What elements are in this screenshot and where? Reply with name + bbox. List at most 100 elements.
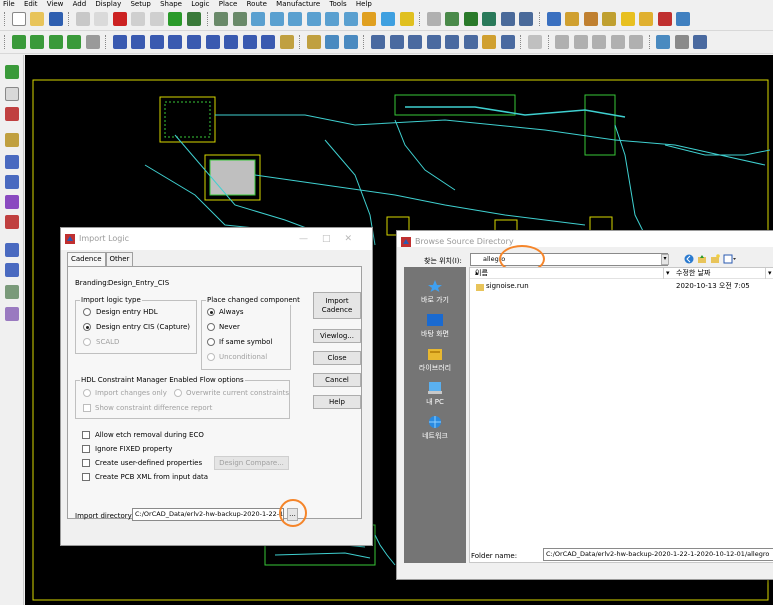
look-in-dropdown-icon[interactable]: ▾: [661, 254, 669, 265]
logic-type-hdl-radio[interactable]: [83, 308, 91, 316]
menu-shape[interactable]: Shape: [160, 0, 182, 8]
vertex-icon[interactable]: [445, 35, 460, 49]
save-icon[interactable]: [48, 12, 63, 26]
text-tool-icon[interactable]: [5, 285, 19, 299]
maximize-icon[interactable]: □: [322, 234, 345, 244]
spread-icon[interactable]: [463, 35, 478, 49]
autoroute-icon[interactable]: [500, 35, 515, 49]
menu-view[interactable]: View: [47, 0, 64, 8]
place-network[interactable]: 네트워크: [404, 415, 466, 441]
drc-icon[interactable]: [426, 12, 441, 26]
hdl-overwrite-radio[interactable]: [174, 389, 182, 397]
menu-display[interactable]: Display: [95, 0, 121, 8]
place-never-radio[interactable]: [207, 323, 215, 331]
shape-rectangle-icon[interactable]: [112, 35, 127, 49]
new-file-icon[interactable]: [11, 12, 26, 26]
toolbar-grip[interactable]: [4, 12, 6, 26]
menu-help[interactable]: Help: [356, 0, 372, 8]
text-change-icon[interactable]: [592, 35, 607, 49]
file-row[interactable]: signoise.run 2020-10-13 오전 7:05: [470, 281, 773, 292]
place-always-radio[interactable]: [207, 308, 215, 316]
import-logic-titlebar[interactable]: Import Logic —□✕: [61, 228, 372, 250]
reports-icon[interactable]: [500, 12, 515, 26]
tab-cadence[interactable]: Cadence: [67, 252, 106, 266]
grid-icon[interactable]: [214, 12, 229, 26]
fix-icon[interactable]: [168, 12, 183, 26]
help-icon[interactable]: [693, 35, 708, 49]
browse-directory-button[interactable]: ...: [287, 508, 298, 521]
text-edit-icon[interactable]: [555, 35, 570, 49]
close-icon[interactable]: ✕: [344, 234, 366, 244]
layer-none-icon[interactable]: [85, 35, 100, 49]
show-diff-checkbox[interactable]: [83, 404, 91, 412]
minimize-icon[interactable]: —: [299, 234, 322, 244]
stretch-icon[interactable]: [5, 175, 19, 189]
zoom-world-icon[interactable]: [306, 12, 321, 26]
menu-add[interactable]: Add: [73, 0, 87, 8]
viewlog-button[interactable]: Viewlog...: [313, 329, 361, 343]
delay-tune-icon[interactable]: [408, 35, 423, 49]
back-icon[interactable]: [684, 254, 694, 264]
rectangle-draw-icon[interactable]: [5, 263, 19, 277]
logic-type-cis-radio[interactable]: [83, 323, 91, 331]
shape-circle-icon[interactable]: [149, 35, 164, 49]
place-desktop[interactable]: 바탕 화면: [404, 313, 466, 339]
constraint-icon[interactable]: [445, 12, 460, 26]
zoom-previous-icon[interactable]: [325, 12, 340, 26]
help-button[interactable]: Help: [313, 395, 361, 409]
folder-name-field[interactable]: C:/OrCAD_Data/erlv2-hw-backup-2020-1-22-…: [543, 548, 773, 561]
column-name[interactable]: 이름 ▴: [475, 268, 488, 278]
shapes-icon[interactable]: [676, 12, 691, 26]
undo-icon[interactable]: [131, 12, 146, 26]
create-user-properties-checkbox[interactable]: [82, 459, 90, 467]
menu-manufacture[interactable]: Manufacture: [276, 0, 320, 8]
column-date[interactable]: 수정한 날짜: [676, 268, 710, 278]
create-pcb-xml-checkbox[interactable]: [82, 473, 90, 481]
logic-type-scald-radio[interactable]: [83, 338, 91, 346]
measure-distance-icon[interactable]: [343, 35, 358, 49]
properties-icon[interactable]: [602, 12, 617, 26]
hdl-import-changes-radio[interactable]: [83, 389, 91, 397]
import-directory-field[interactable]: C:/OrCAD_Data/erlv2-hw-backup-2020-1-22-…: [132, 508, 284, 521]
menu-route[interactable]: Route: [247, 0, 267, 8]
menu-tools[interactable]: Tools: [329, 0, 346, 8]
info-icon[interactable]: [546, 12, 561, 26]
padstack-icon[interactable]: [583, 12, 598, 26]
custom-smooth-icon[interactable]: [426, 35, 441, 49]
measure-icon[interactable]: [565, 12, 580, 26]
shape-edit-icon[interactable]: [242, 35, 257, 49]
redraw-icon[interactable]: [343, 12, 358, 26]
new-folder-icon[interactable]: [710, 254, 720, 264]
waveform-icon[interactable]: [527, 35, 542, 49]
menu-edit[interactable]: Edit: [24, 0, 38, 8]
menu-place[interactable]: Place: [219, 0, 238, 8]
layer-visibility-icon[interactable]: [11, 35, 26, 49]
text-percent-icon[interactable]: [629, 35, 644, 49]
text-size-icon[interactable]: [610, 35, 625, 49]
menu-file[interactable]: File: [3, 0, 15, 8]
shape-void-icon[interactable]: [187, 35, 202, 49]
add-pin-icon[interactable]: [5, 65, 19, 79]
fanout-icon[interactable]: [482, 35, 497, 49]
place-quick-access[interactable]: 바로 가기: [404, 279, 466, 305]
unfix-icon[interactable]: [187, 12, 202, 26]
design-compare-button[interactable]: Design Compare...: [214, 456, 289, 470]
shadow-icon[interactable]: [399, 12, 414, 26]
file-list[interactable]: 이름 ▴ ▾ 수정한 날짜 ▾ signoise.run 2020-10-13 …: [469, 267, 773, 563]
open-folder-icon[interactable]: [30, 12, 45, 26]
line-draw-icon[interactable]: [5, 243, 19, 257]
cancel-button[interactable]: Cancel: [313, 373, 361, 387]
window-icon[interactable]: [656, 35, 671, 49]
mirror-icon[interactable]: [5, 195, 19, 209]
column-date-dropdown-icon[interactable]: ▾: [666, 268, 670, 278]
place-unconditional-radio[interactable]: [207, 353, 215, 361]
add-line-icon[interactable]: [5, 107, 19, 121]
add-connect-icon[interactable]: [371, 35, 386, 49]
allow-etch-removal-checkbox[interactable]: [82, 431, 90, 439]
close-button[interactable]: Close: [313, 351, 361, 365]
column-separator[interactable]: [663, 268, 664, 279]
menu-logic[interactable]: Logic: [191, 0, 209, 8]
shape-parameters-icon[interactable]: [279, 35, 294, 49]
toolbar-grip[interactable]: [4, 35, 6, 49]
slide-icon[interactable]: [389, 35, 404, 49]
